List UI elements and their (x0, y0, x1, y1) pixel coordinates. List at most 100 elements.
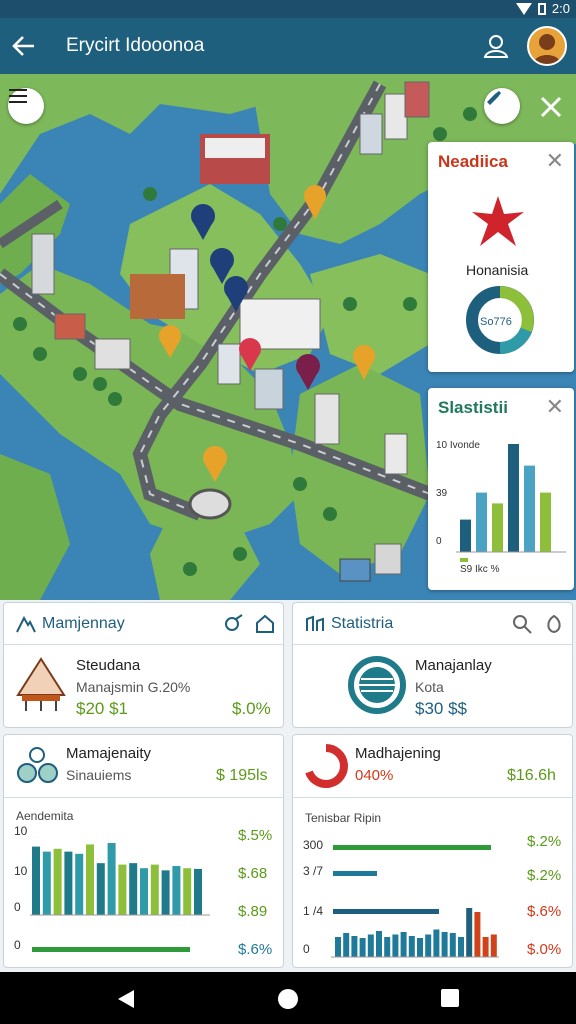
status-time: 2:0 (551, 1, 570, 16)
bar (425, 934, 432, 957)
item-desc: Kota (415, 679, 444, 695)
status-bar: 2:0 (0, 0, 576, 18)
bar (140, 868, 148, 915)
bar (482, 937, 489, 957)
item-name: Manajanlay (415, 657, 492, 674)
stats-bar-chart: 10 Ivonde 39 0 (436, 440, 566, 562)
bar (96, 863, 105, 915)
panel-subtitle: Honanisia (466, 262, 529, 278)
bar (441, 932, 448, 957)
search-icon[interactable] (511, 613, 533, 635)
legend-swatch (460, 558, 468, 562)
range-bar (333, 909, 439, 914)
analytics-card-left[interactable]: Mamajenaity Sinauiems $ 195ls Aendemita … (3, 734, 284, 968)
bar (524, 465, 535, 552)
nav-home-icon[interactable] (277, 988, 299, 1010)
bar (86, 844, 94, 915)
manage-card[interactable]: Mamjennay Steudana Manajsmin G.20% $20 $… (3, 602, 284, 728)
close-map-icon[interactable] (538, 94, 564, 120)
item-pct: $.0% (232, 699, 271, 718)
pavilion-icon (16, 657, 66, 711)
value-1: $.2% (527, 833, 562, 850)
value-4: $.6% (238, 941, 273, 958)
bar (540, 492, 551, 552)
tick-label: 10 (14, 824, 28, 838)
nav-recents-icon[interactable] (440, 988, 460, 1008)
tick-label: 39 (436, 488, 448, 499)
chart-legend: S9 Ikc % (460, 564, 500, 575)
tick-label: 0 (303, 942, 310, 956)
analytics-card-right[interactable]: Madhajening 040% $16.6h Tenisbar Ripin 3… (292, 734, 573, 968)
value-2: $.2% (527, 867, 562, 884)
bar (42, 851, 51, 915)
bar (335, 937, 341, 957)
tick-label: 0 (436, 536, 442, 547)
progress-bar (32, 947, 190, 952)
wrench-icon[interactable] (484, 88, 520, 124)
value-4: $.0% (527, 941, 562, 958)
stats-card-title: Statistria (331, 615, 394, 632)
value-1: $.5% (238, 827, 273, 844)
bar (53, 848, 62, 915)
card-desc: Sinauiems (66, 767, 132, 783)
nav-back-icon[interactable] (116, 988, 136, 1010)
bar (32, 846, 40, 915)
chart-icon (306, 615, 324, 631)
value-2: $.68 (238, 865, 268, 882)
bar (359, 938, 366, 957)
back-arrow-icon[interactable] (10, 32, 38, 60)
bar (490, 934, 497, 957)
manage-card-title: Mamjennay (42, 615, 125, 632)
stats-panel-title: Slastistii (438, 398, 508, 417)
bar (367, 934, 374, 957)
bar (183, 868, 192, 915)
card-name: Mamajenaity (66, 745, 152, 762)
bar (492, 503, 503, 552)
menu-icon[interactable] (8, 88, 44, 124)
bar (194, 868, 202, 915)
gauge-icon (305, 744, 348, 788)
bar (150, 864, 159, 915)
card-amount: $ 195ls (216, 767, 268, 784)
item-price: $30 $$ (415, 699, 467, 718)
bar (75, 853, 84, 915)
globe-icon (348, 656, 406, 714)
home-icon[interactable] (254, 613, 276, 635)
bar-chart-left: 10 10 0 0 (14, 824, 210, 952)
close-stats-icon[interactable]: ✕ (546, 396, 564, 418)
mountain-icon (16, 615, 36, 633)
close-panel-icon[interactable]: ✕ (546, 150, 564, 172)
bar (433, 929, 440, 957)
card-amount: $16.6h (507, 767, 556, 784)
bar (460, 519, 471, 552)
card-desc: 040% (355, 767, 394, 784)
bar (458, 937, 464, 957)
range-bar (333, 845, 491, 850)
map-stats-panel: Slastistii ✕ 10 Ivonde 39 0 S9 Ikc % (428, 388, 574, 590)
bar (376, 931, 382, 957)
bar (476, 492, 487, 552)
app-bar: Erycirt Idooonoa (0, 18, 576, 74)
leaf-icon[interactable] (543, 613, 565, 635)
bar (449, 933, 456, 957)
emblem-icon (472, 196, 524, 246)
card-name: Madhajening (355, 745, 441, 762)
tick-label: 3 /7 (303, 864, 323, 878)
page-title: Erycirt Idooonoa (66, 35, 205, 56)
stats-card[interactable]: Statistria Manajanlay Kota $30 $$ (292, 602, 573, 728)
avatar[interactable] (527, 26, 567, 66)
bar (417, 938, 423, 957)
search-location-icon[interactable] (222, 613, 246, 635)
bar (172, 866, 181, 915)
tick-label: 1 /4 (303, 904, 323, 918)
map-info-panel: Neadiica ✕ Honanisia So776 (428, 142, 574, 372)
bar (129, 863, 138, 915)
bar (161, 870, 170, 915)
bar (474, 912, 481, 957)
donut-label: So776 (480, 316, 512, 328)
bar (107, 843, 116, 915)
user-icon[interactable] (482, 32, 510, 60)
bar (408, 936, 415, 957)
item-desc: Manajsmin G.20% (76, 679, 191, 695)
bar (118, 864, 127, 915)
